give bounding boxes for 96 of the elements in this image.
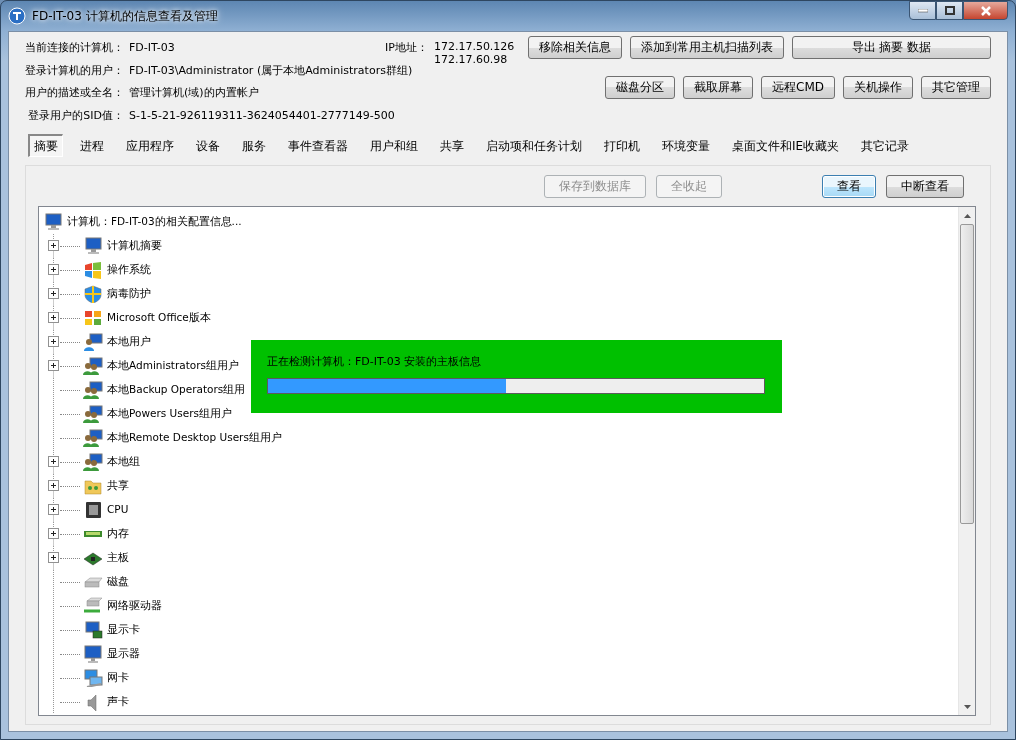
tab[interactable]: 设备: [191, 134, 225, 157]
tree-item[interactable]: 本地Powers Users组用户: [107, 406, 232, 422]
ip-label: IP地址：: [385, 40, 428, 56]
ip-address: 172.17.50.126: [433, 40, 515, 53]
expand-toggle-icon[interactable]: [47, 522, 59, 546]
tree-item[interactable]: 显示卡: [107, 622, 140, 638]
ip-address: 172.17.60.98: [433, 53, 509, 66]
users-icon: [83, 453, 103, 471]
expand-toggle-icon[interactable]: [47, 330, 59, 354]
action-button[interactable]: 移除相关信息: [528, 36, 622, 59]
tree-item[interactable]: 网卡: [107, 670, 129, 686]
shield-icon: [83, 285, 103, 303]
expand-toggle-icon[interactable]: [47, 546, 59, 570]
maximize-icon: [944, 6, 955, 15]
users-icon: [83, 381, 103, 399]
tool-button[interactable]: 远程CMD: [761, 76, 835, 99]
expand-toggle-icon[interactable]: [47, 306, 59, 330]
tab[interactable]: 共享: [435, 134, 469, 157]
tool-button[interactable]: 截取屏幕: [683, 76, 753, 99]
tool-button[interactable]: 其它管理: [921, 76, 991, 99]
users-icon: [83, 405, 103, 423]
field-value: S-1-5-21-926119311-3624054401-2777149-500: [129, 107, 395, 124]
close-icon: [979, 5, 992, 16]
field-value: 管理计算机(域)的内置帐户: [129, 85, 259, 101]
tree-item[interactable]: 病毒防护: [107, 286, 151, 302]
users-icon: [83, 357, 103, 375]
minimize-icon: [917, 8, 928, 13]
tool-button[interactable]: 磁盘分区: [605, 76, 675, 99]
action-button[interactable]: 中断查看: [886, 175, 964, 198]
tab[interactable]: 事件查看器: [283, 134, 353, 157]
action-button[interactable]: 添加到常用主机扫描列表: [630, 36, 784, 59]
tree-item[interactable]: 本地用户: [107, 334, 151, 350]
network-drive-icon: [83, 597, 103, 615]
tool-button[interactable]: 关机操作: [843, 76, 913, 99]
tree-item[interactable]: 主板: [107, 550, 129, 566]
tab[interactable]: 用户和组: [365, 134, 423, 157]
tree-item[interactable]: 网络驱动器: [107, 598, 162, 614]
tree-item[interactable]: 本地组: [107, 454, 140, 470]
field-label: 登录计算机的用户：: [25, 62, 124, 79]
expand-toggle-icon[interactable]: [47, 474, 59, 498]
tab[interactable]: 启动项和任务计划: [481, 134, 587, 157]
tab[interactable]: 打印机: [599, 134, 645, 157]
office-logo-icon: [83, 309, 103, 327]
computer-icon: [43, 213, 63, 231]
graphics-card-icon: [83, 621, 103, 639]
expand-toggle-icon[interactable]: [47, 354, 59, 378]
tree-item[interactable]: 本地Remote Desktop Users组用户: [107, 430, 282, 446]
expand-toggle-icon[interactable]: [47, 258, 59, 282]
minimize-button[interactable]: [909, 1, 936, 20]
field-value: FD-IT-03\Administrator (属于本地Administrators群组): [129, 62, 413, 79]
windows-logo-icon: [83, 261, 103, 279]
computer-icon: [83, 237, 103, 255]
scrollbar[interactable]: [958, 207, 975, 715]
expand-toggle-icon[interactable]: [47, 450, 59, 474]
close-button[interactable]: [963, 1, 1008, 20]
action-button[interactable]: 导出 摘要 数据: [792, 36, 991, 59]
monitor-icon: [83, 645, 103, 663]
tree-item[interactable]: 操作系统: [107, 262, 151, 278]
shared-folder-icon: [83, 477, 103, 495]
window-title: FD-IT-03 计算机的信息查看及管理: [32, 8, 218, 25]
expand-toggle-icon[interactable]: [47, 282, 59, 306]
scroll-thumb[interactable]: [960, 224, 974, 524]
tree-item[interactable]: 声卡: [107, 694, 129, 710]
tab[interactable]: 其它记录: [856, 134, 915, 157]
tree-item[interactable]: 本地Backup Operators组用: [107, 382, 246, 398]
expand-toggle-icon[interactable]: [47, 498, 59, 522]
field-label: 用户的描述或全名：: [25, 85, 124, 101]
tab[interactable]: 桌面文件和IE收藏夹: [727, 134, 845, 157]
field-label: 登录用户的SID值：: [28, 107, 124, 124]
maximize-button[interactable]: [936, 1, 963, 20]
chip-icon: [83, 501, 103, 519]
tree-item[interactable]: 显示器: [107, 646, 140, 662]
scroll-up-icon[interactable]: [963, 213, 971, 218]
tree-item[interactable]: 内存: [107, 526, 129, 542]
tab[interactable]: 环境变量: [657, 134, 715, 157]
tree-item[interactable]: 共享: [107, 478, 129, 494]
field-label: 当前连接的计算机：: [25, 40, 124, 56]
tab[interactable]: 应用程序: [121, 134, 179, 157]
field-value: FD-IT-03: [129, 40, 175, 56]
progress-message: 正在检测计算机：FD-IT-03 安装的主板信息: [267, 354, 483, 370]
network-computer-icon: [83, 669, 103, 687]
tree-item[interactable]: 本地Administrators组用户: [107, 358, 240, 374]
user-icon: [83, 333, 103, 351]
tree-item[interactable]: 磁盘: [107, 574, 129, 590]
tree-item[interactable]: CPU: [107, 502, 129, 518]
tab[interactable]: 摘要: [28, 134, 63, 157]
tab[interactable]: 进程: [75, 134, 109, 157]
tree-root-label[interactable]: 计算机：FD-IT-03的相关配置信息...: [67, 214, 242, 230]
users-icon: [83, 429, 103, 447]
tree-item[interactable]: 计算机摘要: [107, 238, 162, 254]
scroll-down-icon[interactable]: [963, 704, 971, 709]
expand-toggle-icon[interactable]: [47, 234, 59, 258]
app-logo-icon: [8, 7, 26, 25]
tree-item[interactable]: Microsoft Office版本: [107, 310, 211, 326]
tab[interactable]: 服务: [237, 134, 271, 157]
action-button[interactable]: 查看: [822, 175, 876, 198]
